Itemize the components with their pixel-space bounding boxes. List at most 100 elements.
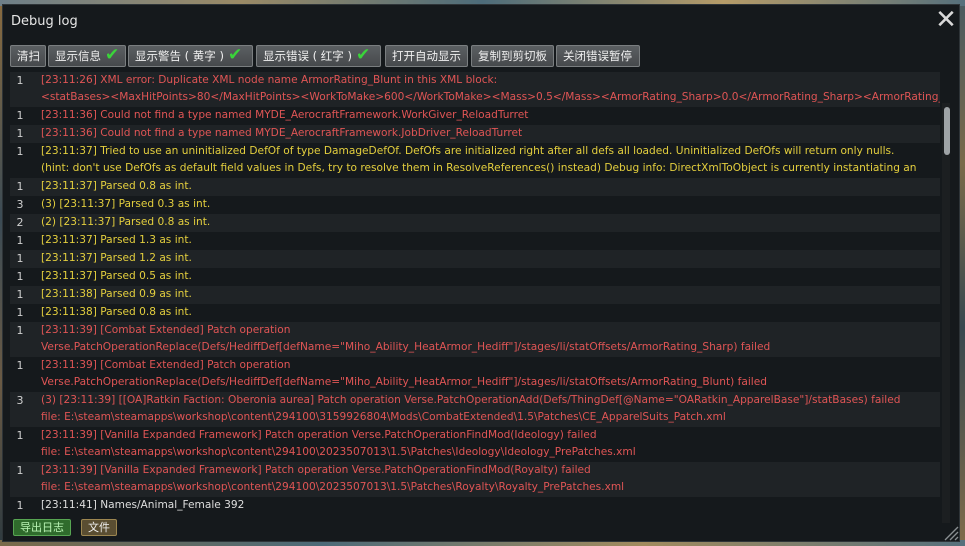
log-row[interactable]: 1 [23:11:39] [Vanilla Expanded Framework]… — [10, 427, 940, 462]
log-message: [23:11:38] Parsed 0.8 as int. — [41, 304, 940, 321]
log-count: 1 — [16, 288, 24, 301]
log-count: 1 — [16, 429, 24, 442]
files-button[interactable]: 文件 — [81, 519, 117, 536]
clear-button[interactable]: 清扫 — [10, 45, 46, 67]
log-message: (2) [23:11:37] Parsed 0.8 as int. — [41, 214, 940, 231]
log-message: [23:11:36] Could not find a type named M… — [41, 125, 940, 142]
log-count: 1 — [16, 270, 24, 283]
log-message-line: [23:11:37] Parsed 1.3 as int. — [41, 234, 192, 246]
log-message-line: [23:11:41] Names/Animal_Female 392 — [41, 499, 245, 511]
log-count: 1 — [16, 464, 24, 477]
log-message-line: [23:11:38] Parsed 0.9 as int. — [41, 288, 192, 300]
debug-log-window: Debug log ✕ 清扫 显示信息 ✔ 显示警告 ( 黄字 ) ✔ 显示错误 (… — [2, 4, 960, 542]
auto-open-button[interactable]: 打开自动显示 — [385, 45, 468, 67]
log-row[interactable]: 1 [23:11:39] [Vanilla Expanded Framework]… — [10, 462, 940, 497]
log-message-line: [23:11:37] Parsed 0.5 as int. — [41, 270, 192, 282]
check-icon: ✔ — [227, 45, 243, 65]
log-row[interactable]: 1 [23:11:38] Parsed 0.8 as int. — [10, 304, 940, 322]
pause-on-error-button[interactable]: 关闭错误暂停 — [556, 45, 640, 67]
clear-button-label: 清扫 — [17, 49, 40, 63]
log-message: [23:11:39] [Vanilla Expanded Framework] … — [41, 427, 940, 461]
show-errors-toggle[interactable]: 显示错误 ( 红字 ) ✔ — [256, 45, 381, 67]
log-count: 2 — [16, 216, 24, 229]
log-message-line: [23:11:36] Could not find a type named M… — [41, 109, 529, 121]
log-message-line: <statBases><MaxHitPoints>80</MaxHitPoint… — [41, 91, 940, 103]
log-message: [23:11:26] XML error: Duplicate XML node… — [41, 72, 940, 106]
log-message: [23:11:36] Could not find a type named M… — [41, 107, 940, 124]
log-row[interactable]: 2 (2) [23:11:37] Parsed 0.8 as int. — [10, 214, 940, 232]
log-message: [23:11:37] Parsed 1.2 as int. — [41, 250, 940, 267]
scrollbar-thumb[interactable] — [944, 107, 950, 155]
log-message-line: [23:11:36] Could not find a type named M… — [41, 127, 523, 139]
log-message-line: [23:11:37] Parsed 0.8 as int. — [41, 180, 192, 192]
log-message: [23:11:37] Parsed 0.8 as int. — [41, 178, 940, 195]
log-count: 1 — [16, 109, 24, 122]
log-row[interactable]: 3 (3) [23:11:37] Parsed 0.3 as int. — [10, 196, 940, 214]
log-row[interactable]: 1 [23:11:37] Tried to use an uninitialize… — [10, 143, 940, 178]
log-message: [23:11:37] Parsed 0.5 as int. — [41, 268, 940, 285]
log-row[interactable]: 1 [23:11:39] [Combat Extended] Patch oper… — [10, 357, 940, 392]
pause-on-error-label: 关闭错误暂停 — [563, 49, 632, 63]
log-row[interactable]: 1 [23:11:36] Could not find a type named … — [10, 125, 940, 143]
log-message-line: (3) [23:11:37] Parsed 0.3 as int. — [41, 198, 211, 210]
log-count: 1 — [16, 74, 24, 87]
log-message: (3) [23:11:39] [[OA]Ratkin Faction: Ober… — [41, 392, 940, 426]
log-count: 1 — [16, 306, 24, 319]
log-count: 1 — [16, 145, 24, 158]
log-message-line: Verse.PatchOperationReplace(Defs/HediffD… — [41, 341, 771, 353]
log-message-line: file: E:\steam\steamapps\workshop\conten… — [41, 481, 625, 493]
log-message: [23:11:39] [Vanilla Expanded Framework] … — [41, 462, 940, 496]
log-message-line: (3) [23:11:39] [[OA]Ratkin Faction: Ober… — [41, 394, 901, 406]
log-row[interactable]: 1 [23:11:37] Parsed 0.5 as int. — [10, 268, 940, 286]
log-count: 1 — [16, 359, 24, 372]
show-errors-label: 显示错误 ( 红字 ) — [263, 49, 352, 63]
log-row[interactable]: 1 [23:11:37] Parsed 0.8 as int. — [10, 178, 940, 196]
log-message: [23:11:39] [Combat Extended] Patch opera… — [41, 357, 940, 391]
files-label: 文件 — [88, 521, 110, 534]
log-row[interactable]: 1 [23:11:41] Names/Animal_Female 392 — [10, 497, 940, 514]
show-info-toggle[interactable]: 显示信息 ✔ — [48, 45, 126, 67]
log-row[interactable]: 1 [23:11:37] Parsed 1.2 as int. — [10, 250, 940, 268]
close-icon[interactable]: ✕ — [933, 7, 959, 33]
log-message: [23:11:37] Parsed 1.3 as int. — [41, 232, 940, 249]
log-message-line: [23:11:39] [Vanilla Expanded Framework] … — [41, 429, 597, 441]
log-row[interactable]: 1 [23:11:26] XML error: Duplicate XML nod… — [10, 72, 940, 107]
copy-to-clipboard-button[interactable]: 复制到剪切板 — [471, 45, 554, 67]
show-warnings-label: 显示警告 ( 黄字 ) — [135, 49, 224, 63]
check-icon: ✔ — [355, 45, 371, 65]
log-count: 1 — [16, 127, 24, 140]
auto-open-label: 打开自动显示 — [392, 49, 461, 63]
log-message-line: file: E:\steam\steamapps\workshop\conten… — [41, 446, 636, 458]
log-list[interactable]: 1 [23:11:26] XML error: Duplicate XML nod… — [10, 72, 940, 514]
window-title: Debug log — [11, 14, 78, 29]
log-row[interactable]: 1 [23:11:38] Parsed 0.9 as int. — [10, 286, 940, 304]
resize-handle-icon[interactable] — [943, 525, 959, 541]
log-message: [23:11:38] Parsed 0.9 as int. — [41, 286, 940, 303]
log-message-line: [23:11:37] Parsed 1.2 as int. — [41, 252, 192, 264]
log-row[interactable]: 1 [23:11:36] Could not find a type named … — [10, 107, 940, 125]
log-row[interactable]: 3 (3) [23:11:39] [[OA]Ratkin Faction: Obe… — [10, 392, 940, 427]
check-icon: ✔ — [105, 45, 120, 65]
log-message-line: [23:11:39] [Vanilla Expanded Framework] … — [41, 464, 591, 476]
log-message-line: [23:11:38] Parsed 0.8 as int. — [41, 306, 192, 318]
log-message: [23:11:41] Names/Animal_Female 392 — [41, 497, 940, 514]
log-message-line: [23:11:37] Tried to use an uninitialized… — [41, 145, 895, 157]
log-row[interactable]: 1 [23:11:39] [Combat Extended] Patch oper… — [10, 322, 940, 357]
log-message-line: (hint: don't use DefOfs as default field… — [41, 162, 917, 174]
export-log-button[interactable]: 导出日志 — [13, 519, 71, 536]
show-info-label: 显示信息 — [55, 49, 101, 63]
log-message: (3) [23:11:37] Parsed 0.3 as int. — [41, 196, 940, 213]
log-count: 1 — [16, 252, 24, 265]
log-count: 1 — [16, 324, 24, 337]
scrollbar-track[interactable] — [942, 103, 950, 523]
log-count: 1 — [16, 180, 24, 193]
log-message-line: Verse.PatchOperationReplace(Defs/HediffD… — [41, 376, 767, 388]
log-row[interactable]: 1 [23:11:37] Parsed 1.3 as int. — [10, 232, 940, 250]
show-warnings-toggle[interactable]: 显示警告 ( 黄字 ) ✔ — [128, 45, 253, 67]
export-log-label: 导出日志 — [20, 521, 64, 534]
log-message-line: [23:11:39] [Combat Extended] Patch opera… — [41, 359, 291, 371]
log-message-line: [23:11:26] XML error: Duplicate XML node… — [41, 74, 498, 86]
log-message: [23:11:39] [Combat Extended] Patch opera… — [41, 322, 940, 356]
log-message-line: file: E:\steam\steamapps\workshop\conten… — [41, 411, 726, 423]
log-count: 1 — [16, 499, 24, 512]
